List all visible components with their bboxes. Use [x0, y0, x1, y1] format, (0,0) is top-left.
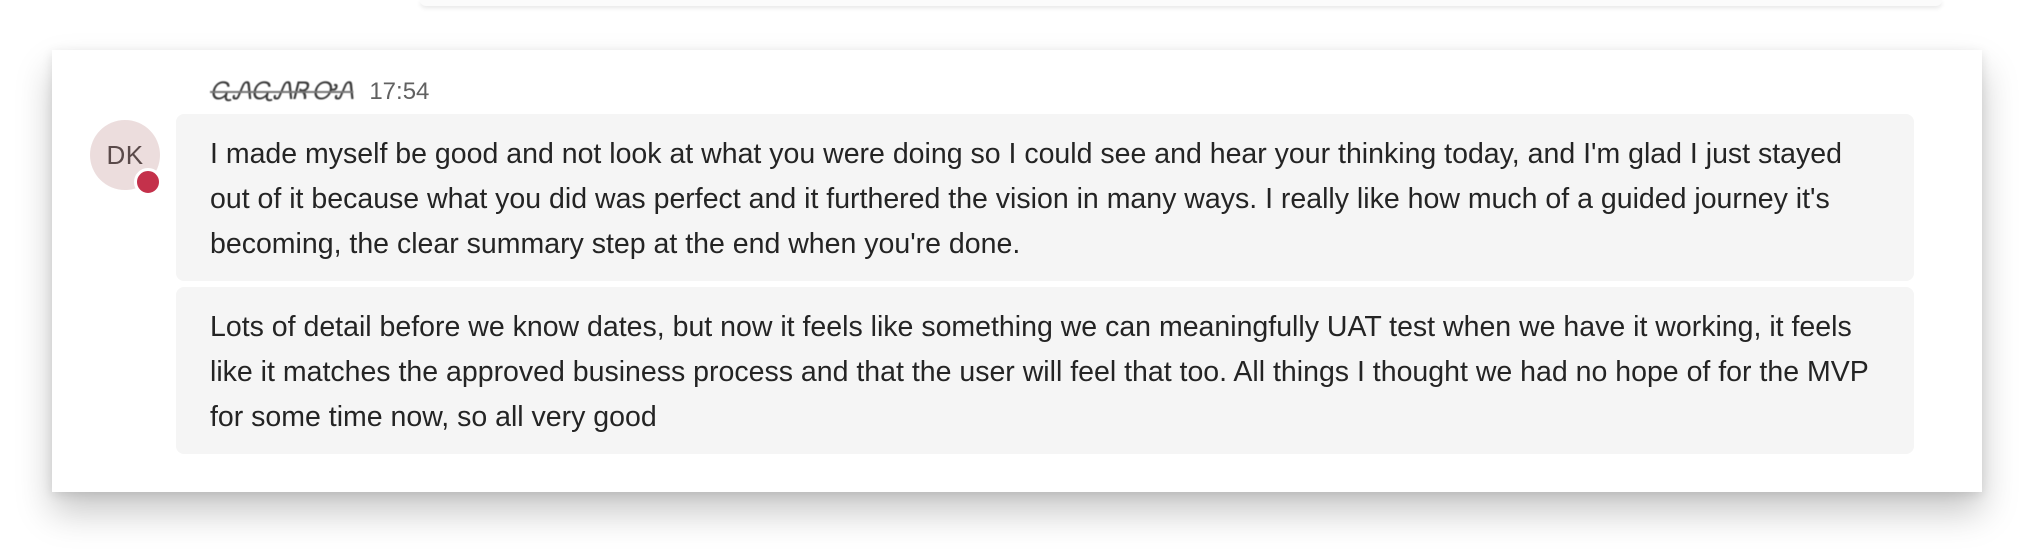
sender-name[interactable]: ᏩᏁᏩᏁᏒ ᎤᏁ [210, 78, 354, 106]
message-bubble[interactable]: I made myself be good and not look at wh… [176, 114, 1914, 281]
avatar[interactable]: DK [90, 120, 162, 196]
presence-busy-icon [134, 168, 162, 196]
chat-message-group: DK ᏩᏁᏩᏁᏒ ᎤᏁ 17:54 I made myself be good … [52, 50, 1982, 492]
previous-message-edge [420, 0, 1942, 6]
message-text: I made myself be good and not look at wh… [210, 138, 1842, 260]
message-header: ᏩᏁᏩᏁᏒ ᎤᏁ 17:54 [210, 78, 429, 106]
message-text: Lots of detail before we know dates, but… [210, 311, 1869, 433]
message-timestamp: 17:54 [369, 78, 430, 105]
avatar-initials: DK [106, 139, 144, 170]
message-bubble[interactable]: Lots of detail before we know dates, but… [176, 287, 1914, 454]
